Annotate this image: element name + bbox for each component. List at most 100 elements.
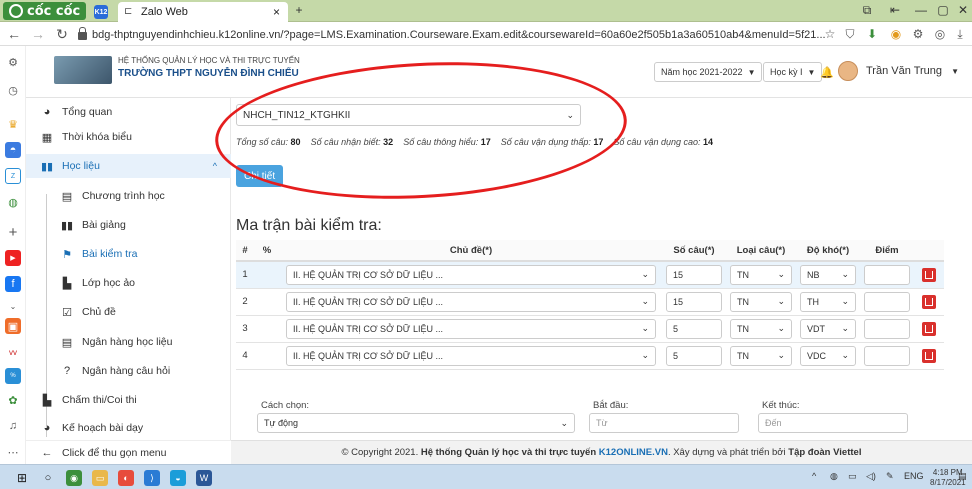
deal-icon[interactable]: % xyxy=(5,368,21,384)
count-input[interactable]: 15 xyxy=(666,291,722,312)
notification-icon[interactable]: ♫ xyxy=(5,418,21,434)
back-button[interactable]: ← xyxy=(6,26,22,42)
collapse-icon[interactable]: ⌄ xyxy=(5,298,21,314)
count-input[interactable]: 5 xyxy=(666,345,722,366)
facebook-icon[interactable]: f xyxy=(5,276,21,292)
school-year-select[interactable]: Năm học 2021-2022 ▼ xyxy=(654,62,763,82)
volume-icon[interactable]: ◁) xyxy=(866,471,876,482)
detail-button[interactable]: Chi tiết xyxy=(236,165,284,187)
shield-icon[interactable]: ⛉ xyxy=(842,27,858,42)
language-indicator[interactable]: ENG xyxy=(904,471,924,481)
chrome-icon[interactable]: ◐ xyxy=(118,470,134,486)
menu-item-ke-hoach-bai-day[interactable]: ◕ Kế hoạch bài dạy xyxy=(26,416,231,440)
restore-icon[interactable]: ⇤ xyxy=(886,3,904,17)
word-icon[interactable]: W xyxy=(196,470,212,486)
type-select[interactable]: TN ⌄ xyxy=(730,345,792,366)
network-icon[interactable]: ◍ xyxy=(830,471,838,482)
level-select[interactable]: VDT ⌄ xyxy=(800,318,856,339)
delete-icon[interactable] xyxy=(922,348,936,363)
history-icon[interactable]: ◷ xyxy=(5,82,21,98)
zalo-side-icon[interactable]: Z xyxy=(5,168,21,184)
menu-item-bai-kiem-tra[interactable]: ⚑ Bài kiểm tra xyxy=(26,242,231,266)
count-input[interactable]: 15 xyxy=(666,264,722,285)
url-field[interactable]: bdg-thptnguyendinhchieu.k12online.vn/?pa… xyxy=(78,26,826,43)
forward-button[interactable]: → xyxy=(30,26,46,42)
app-taskbar-icon[interactable]: ◒ xyxy=(170,470,186,486)
menu-item-thoi-khoa-bieu[interactable]: ▦ Thời khóa biểu xyxy=(26,125,231,149)
score-input[interactable] xyxy=(864,264,910,285)
count-input[interactable]: 5 xyxy=(666,318,722,339)
coccoc-brand[interactable]: cốc cốc xyxy=(3,2,87,20)
new-tab-button[interactable]: + xyxy=(290,3,308,17)
question-bank-select[interactable]: NHCH_TIN12_KTGHKII ⌄ xyxy=(236,104,581,126)
term-select[interactable]: Học kỳ I ▼ xyxy=(763,62,823,82)
close-tab-icon[interactable]: × xyxy=(273,5,280,19)
end-input[interactable]: Đến xyxy=(758,413,908,433)
windows-start-icon[interactable]: ⊞ xyxy=(14,470,30,486)
puzzle-icon[interactable]: ⚙ xyxy=(910,27,926,41)
tray-chevron-icon[interactable]: ^ xyxy=(812,471,816,481)
footer-domain-link[interactable]: K12ONLINE.VN xyxy=(599,447,668,458)
bookmark-star-icon[interactable]: ☆ xyxy=(822,27,838,41)
messenger-icon[interactable]: ◓ xyxy=(5,142,21,158)
settings-icon[interactable]: ⚙ xyxy=(5,54,21,70)
type-select[interactable]: TN ⌄ xyxy=(730,318,792,339)
method-select[interactable]: Tự động ⌄ xyxy=(257,413,575,433)
menu-item-bai-giang[interactable]: ▮▮ Bài giảng xyxy=(26,213,231,237)
notification-center-icon[interactable]: ▤ xyxy=(958,471,967,482)
cast-icon[interactable]: ⧉ xyxy=(858,3,876,18)
type-select[interactable]: TN ⌄ xyxy=(730,264,792,285)
download-tray-icon[interactable]: ⤓ xyxy=(952,27,968,42)
download-icon[interactable]: ⬇ xyxy=(864,27,880,41)
minimize-button[interactable]: — xyxy=(912,3,930,17)
delete-icon[interactable] xyxy=(922,294,936,309)
menu-item-chu-de[interactable]: ☑ Chủ đề xyxy=(26,300,231,324)
extension-icon[interactable]: ◉ xyxy=(888,27,904,41)
menu-item-cham-thi[interactable]: ▙ Chấm thi/Coi thi xyxy=(26,388,231,412)
level-select[interactable]: TH ⌄ xyxy=(800,291,856,312)
menu-item-ngan-hang-hoc-lieu[interactable]: ▤ Ngân hàng học liệu xyxy=(26,330,231,354)
menu-item-ngan-hang-cau-hoi[interactable]: ? Ngân hàng câu hỏi xyxy=(26,359,231,383)
menu-item-hoc-lieu[interactable]: ▮▮ Học liệu ^ xyxy=(26,154,231,178)
score-input[interactable] xyxy=(864,318,910,339)
reload-button[interactable]: ↻ xyxy=(54,26,70,43)
crown-icon[interactable]: ♛ xyxy=(5,116,21,132)
close-window-button[interactable]: ✕ xyxy=(954,3,972,17)
menu-item-tong-quan[interactable]: ◕ Tổng quan xyxy=(26,100,231,124)
delete-icon[interactable] xyxy=(922,321,936,336)
game-icon[interactable]: ◍ xyxy=(5,194,21,210)
news-icon[interactable]: vv xyxy=(5,344,21,360)
maximize-button[interactable]: ▢ xyxy=(934,3,952,17)
search-icon[interactable]: ○ xyxy=(40,470,56,486)
bell-icon[interactable]: 🔔 xyxy=(820,66,834,79)
type-select[interactable]: TN ⌄ xyxy=(730,291,792,312)
app-icon[interactable]: ✿ xyxy=(5,392,21,408)
youtube-icon[interactable]: ▶ xyxy=(5,250,21,266)
add-icon[interactable]: + xyxy=(5,224,21,241)
pen-icon[interactable]: ✎ xyxy=(886,471,894,482)
collapse-menu-button[interactable]: ← Click để thu gọn menu xyxy=(26,440,231,464)
tab-k12[interactable]: K12 xyxy=(88,2,114,22)
score-input[interactable] xyxy=(864,291,910,312)
topic-select[interactable]: II. HỆ QUẢN TRỊ CƠ SỞ DỮ LIỆU ... ⌄ xyxy=(286,291,656,312)
user-name[interactable]: Trần Văn Trung ▼ xyxy=(866,65,959,77)
topic-select[interactable]: II. HỆ QUẢN TRỊ CƠ SỞ DỮ LIỆU ... ⌄ xyxy=(286,264,656,285)
battery-icon[interactable]: ▭ xyxy=(848,471,857,482)
menu-item-lop-hoc-ao[interactable]: ▙ Lớp học ảo xyxy=(26,271,231,295)
avatar[interactable] xyxy=(838,61,858,81)
tab-zalo-web[interactable]: ⊏ Zalo Web × xyxy=(118,2,288,22)
vscode-icon[interactable]: ⟩ xyxy=(144,470,160,486)
delete-icon[interactable] xyxy=(922,267,936,282)
level-select[interactable]: VDC ⌄ xyxy=(800,345,856,366)
file-explorer-icon[interactable]: ▭ xyxy=(92,470,108,486)
more-icon[interactable]: ⋯ xyxy=(5,444,21,460)
start-input[interactable]: Từ xyxy=(589,413,739,433)
score-input[interactable] xyxy=(864,345,910,366)
topic-select[interactable]: II. HỆ QUẢN TRỊ CƠ SỞ DỮ LIỆU ... ⌄ xyxy=(286,345,656,366)
menu-item-chuong-trinh-hoc[interactable]: ▤ Chương trình học xyxy=(26,184,231,208)
topic-select[interactable]: II. HỆ QUẢN TRỊ CƠ SỞ DỮ LIỆU ... ⌄ xyxy=(286,318,656,339)
profile-icon[interactable]: ◎ xyxy=(932,27,948,41)
coccoc-taskbar-icon[interactable]: ◉ xyxy=(66,470,82,486)
shopee-icon[interactable]: ▣ xyxy=(5,318,21,334)
level-select[interactable]: NB ⌄ xyxy=(800,264,856,285)
